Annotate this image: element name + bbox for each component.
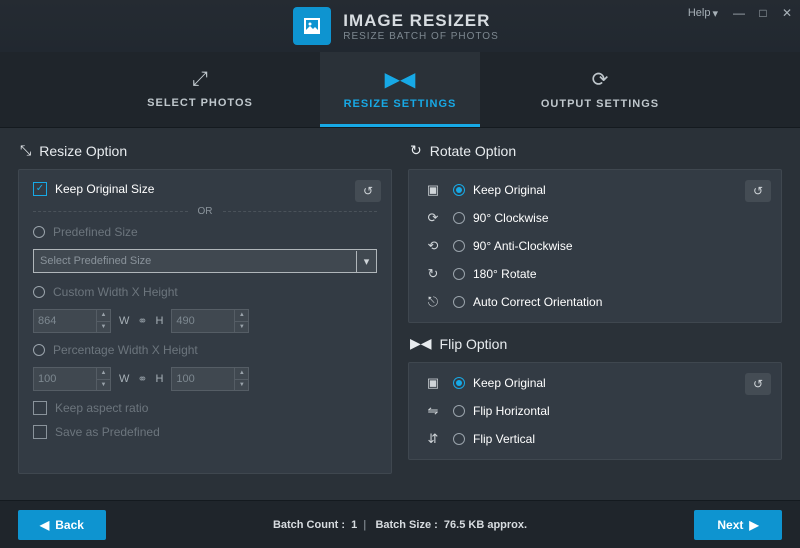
flip-reset-button[interactable]: ↺ (745, 373, 771, 395)
flip-horizontal-row[interactable]: ⇋ Flip Horizontal (423, 403, 767, 419)
resize-column: ⤡ Resize Option ↺ Keep Original Size OR … (18, 142, 392, 486)
dropdown-caret-icon: ▾ (356, 251, 376, 272)
app-name: IMAGE RESIZER (343, 11, 499, 31)
resize-icon: ▶◀ (385, 67, 416, 92)
flip-header: ▶◀ Flip Option (408, 335, 782, 352)
flip-vertical-icon: ⇵ (423, 431, 443, 447)
resize-panel: ↺ Keep Original Size OR Predefined Size … (18, 169, 392, 474)
rotate-keep-row[interactable]: ▣ Keep Original (423, 182, 767, 198)
rotate-cw-row[interactable]: ⟳ 90° Clockwise (423, 210, 767, 226)
flip-keep-radio[interactable] (453, 377, 465, 389)
rotate-flip-column: ↻ Rotate Option ↺ ▣ Keep Original ⟳ 90° … (408, 142, 782, 486)
flip-v-radio[interactable] (453, 433, 465, 445)
app-brand: IMAGE RESIZER RESIZE BATCH OF PHOTOS (293, 7, 499, 45)
minimize-button[interactable]: — (730, 4, 748, 22)
maximize-button[interactable]: □ (754, 4, 772, 22)
image-original-icon: ▣ (423, 182, 443, 198)
rotate-acw-radio[interactable] (453, 240, 465, 252)
width-input[interactable]: 864 ▲▼ (33, 309, 111, 333)
custom-wh-inputs: 864 ▲▼ W ⚭ H 490 ▲▼ (33, 309, 377, 333)
tab-resize-settings[interactable]: ▶◀ RESIZE SETTINGS (320, 52, 480, 127)
rotate-cw-radio[interactable] (453, 212, 465, 224)
rotate-cw-icon: ⟳ (423, 210, 443, 226)
percent-wh-inputs: 100 ▲▼ W ⚭ H 100 ▲▼ (33, 367, 377, 391)
titlebar: IMAGE RESIZER RESIZE BATCH OF PHOTOS Hel… (0, 0, 800, 52)
rotate-acw-icon: ⟲ (423, 238, 443, 254)
resize-header-icon: ⤡ (20, 142, 31, 159)
close-button[interactable]: ✕ (778, 4, 796, 22)
tab-output-settings[interactable]: ⟳ OUTPUT SETTINGS (520, 52, 680, 127)
save-predefined-row[interactable]: Save as Predefined (33, 425, 377, 439)
rotate-panel: ↺ ▣ Keep Original ⟳ 90° Clockwise ⟲ 90° … (408, 169, 782, 323)
rotate-auto-radio[interactable] (453, 296, 465, 308)
h-label: H (155, 315, 163, 327)
arrow-right-icon: ▶ (749, 518, 758, 532)
expand-icon: ⤢ (192, 68, 208, 91)
w-label: W (119, 315, 129, 327)
window-controls: Help ▾ — □ ✕ (688, 4, 796, 22)
chevron-down-icon: ▾ (712, 7, 718, 20)
app-subtitle: RESIZE BATCH OF PHOTOS (343, 31, 499, 42)
flip-header-icon: ▶◀ (410, 335, 432, 352)
auto-orient-icon: ⎋ (423, 294, 443, 310)
pheight-input[interactable]: 100 ▲▼ (171, 367, 249, 391)
image-original-icon: ▣ (423, 375, 443, 391)
flip-horizontal-icon: ⇋ (423, 403, 443, 419)
footer: ◀ Back Batch Count : 1 | Batch Size : 76… (0, 500, 800, 548)
tab-select-photos[interactable]: ⤢ SELECT PHOTOS (120, 52, 280, 127)
rotate-keep-radio[interactable] (453, 184, 465, 196)
pwidth-input[interactable]: 100 ▲▼ (33, 367, 111, 391)
height-input[interactable]: 490 ▲▼ (171, 309, 249, 333)
custom-radio[interactable] (33, 286, 45, 298)
predefined-size-radio[interactable]: Predefined Size (33, 225, 377, 239)
custom-wh-radio[interactable]: Custom Width X Height (33, 285, 377, 299)
keep-original-checkbox[interactable] (33, 182, 47, 196)
pwidth-spinner[interactable]: ▲▼ (96, 368, 110, 390)
rotate-180-row[interactable]: ↻ 180° Rotate (423, 266, 767, 282)
rotate-header-icon: ↻ (410, 142, 422, 159)
width-spinner[interactable]: ▲▼ (96, 310, 110, 332)
link-icon[interactable]: ⚭ (137, 314, 147, 328)
content: ⤡ Resize Option ↺ Keep Original Size OR … (0, 128, 800, 500)
arrow-left-icon: ◀ (40, 518, 49, 532)
step-tabs: ⤢ SELECT PHOTOS ▶◀ RESIZE SETTINGS ⟳ OUT… (0, 52, 800, 128)
rotate-auto-row[interactable]: ⎋ Auto Correct Orientation (423, 294, 767, 310)
resize-header: ⤡ Resize Option (18, 142, 392, 159)
rotate-header: ↻ Rotate Option (408, 142, 782, 159)
flip-keep-row[interactable]: ▣ Keep Original (423, 375, 767, 391)
rotate-acw-row[interactable]: ⟲ 90° Anti-Clockwise (423, 238, 767, 254)
percent-radio[interactable] (33, 344, 45, 356)
link-icon[interactable]: ⚭ (137, 372, 147, 386)
predefined-radio[interactable] (33, 226, 45, 238)
rotate-180-radio[interactable] (453, 268, 465, 280)
keep-aspect-checkbox[interactable] (33, 401, 47, 415)
gear-icon: ⟳ (592, 67, 609, 92)
flip-panel: ↺ ▣ Keep Original ⇋ Flip Horizontal ⇵ Fl… (408, 362, 782, 460)
save-predefined-checkbox[interactable] (33, 425, 47, 439)
next-button[interactable]: Next ▶ (694, 510, 782, 540)
keep-original-size-row[interactable]: Keep Original Size (33, 182, 377, 196)
help-link[interactable]: Help ▾ (688, 7, 718, 20)
rotate-180-icon: ↻ (423, 266, 443, 282)
or-divider: OR (33, 206, 377, 217)
predefined-size-select[interactable]: Select Predefined Size ▾ (33, 249, 377, 273)
pheight-spinner[interactable]: ▲▼ (234, 368, 248, 390)
percent-wh-radio[interactable]: Percentage Width X Height (33, 343, 377, 357)
rotate-reset-button[interactable]: ↺ (745, 180, 771, 202)
height-spinner[interactable]: ▲▼ (234, 310, 248, 332)
flip-vertical-row[interactable]: ⇵ Flip Vertical (423, 431, 767, 447)
keep-aspect-row[interactable]: Keep aspect ratio (33, 401, 377, 415)
batch-status: Batch Count : 1 | Batch Size : 76.5 KB a… (273, 519, 527, 531)
app-logo-icon (293, 7, 331, 45)
back-button[interactable]: ◀ Back (18, 510, 106, 540)
flip-h-radio[interactable] (453, 405, 465, 417)
